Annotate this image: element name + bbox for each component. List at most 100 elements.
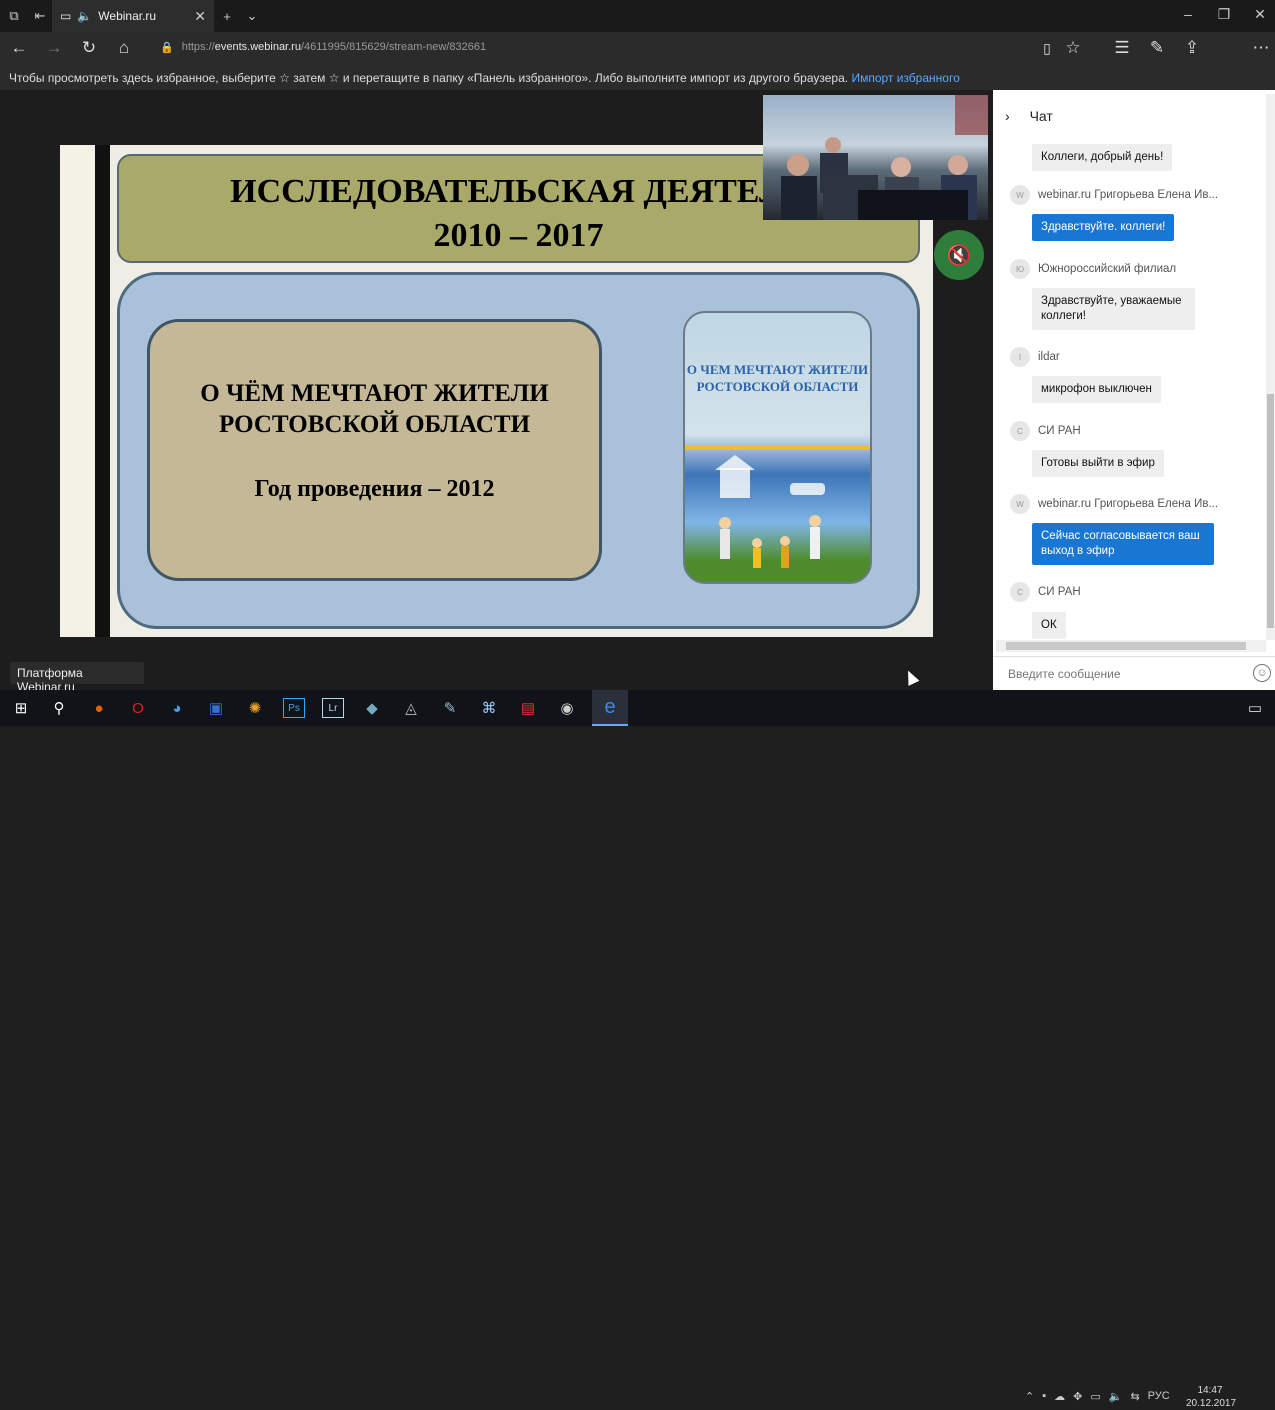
language-indicator[interactable]: РУС [1148, 1390, 1170, 1403]
avatar: Ю [1010, 259, 1030, 279]
tray-app-icon[interactable]: ▪ [1042, 1390, 1046, 1403]
obs-icon[interactable]: ◉ [556, 698, 578, 718]
scrollbar-thumb[interactable] [1267, 394, 1274, 628]
favorites-hint-text: Чтобы просмотреть здесь избранное, выбер… [9, 71, 849, 85]
chat-author: W webinar.ru Григорьева Елена Ив... [1010, 494, 1218, 514]
speaker-video[interactable] [763, 95, 988, 220]
taskbar-clock[interactable]: 14:47 20.12.2017 [1186, 1384, 1237, 1410]
chat-author: I ildar [1010, 347, 1060, 367]
windows-taskbar: ⊞ ⚲ ● O ◕ ▣ ✺ Ps Lr ◆ ◬ ✎ ⌘ ▤ ◉ e ⌃ ▪ ☁ … [0, 690, 1275, 1409]
speaker-muted-icon: 🔇 [946, 244, 972, 267]
tab-preview-chevron-icon[interactable]: ⌄ [244, 8, 260, 24]
lock-icon: 🔒 [160, 41, 174, 54]
address-bar[interactable]: 🔒 https://events.webinar.ru/4611995/8156… [160, 38, 1020, 56]
slide-dark-bar [95, 145, 110, 637]
clock-date: 20.12.2017 [1186, 1398, 1237, 1409]
reading-view-icon[interactable]: ▯ [1036, 38, 1058, 58]
chat-author: W webinar.ru Григорьева Елена Ив... [1010, 185, 1218, 205]
close-tab-icon[interactable]: ✕ [194, 8, 214, 25]
network-app-icon[interactable]: ⌘ [478, 698, 500, 718]
back-arrow-icon[interactable]: ← [8, 38, 30, 58]
survey-title-line1: О ЧЁМ МЕЧТАЮТ ЖИТЕЛИ [200, 380, 549, 407]
system-tray: ⌃ ▪ ☁ ✥ ▭ 🔈 ⇆ РУС [1025, 1390, 1170, 1403]
edge-icon[interactable]: e [592, 690, 628, 726]
avatar: С [1010, 582, 1030, 602]
chat-message: микрофон выключен [1032, 376, 1161, 403]
platform-label: Платформа Webinar.ru [10, 662, 144, 694]
video-scene [781, 95, 988, 220]
messenger-icon[interactable]: ◕ [166, 698, 188, 718]
tray-cloud-icon[interactable]: ☁ [1054, 1390, 1065, 1403]
chat-title: Чат [1029, 108, 1053, 124]
minimize-icon[interactable]: – [1178, 6, 1198, 22]
favorites-bar: Чтобы просмотреть здесь избранное, выбер… [0, 64, 1275, 90]
avatar: С [1010, 421, 1030, 441]
tab-title: Webinar.ru [98, 9, 157, 23]
favorites-hub-icon[interactable]: ☰ [1111, 38, 1133, 58]
avatar: W [1010, 185, 1030, 205]
chat-message: Сейчас согласовывается ваш выход в эфир [1032, 523, 1214, 565]
survey-year: Год проведения – 2012 [254, 476, 495, 502]
share-icon[interactable]: ⇪ [1181, 38, 1203, 58]
chat-message: Готовы выйти в эфир [1032, 450, 1164, 477]
floppy-save-icon[interactable]: ▣ [205, 698, 227, 718]
chat-header[interactable]: › Чат [1005, 108, 1053, 124]
chat-horizontal-scrollbar[interactable] [996, 640, 1266, 652]
close-window-icon[interactable]: ✕ [1250, 6, 1270, 23]
app-triangle-icon[interactable]: ◬ [400, 698, 422, 718]
survey-title-line2: РОСТОВСКОЙ ОБЛАСТИ [218, 411, 531, 438]
lightroom-icon[interactable]: Lr [322, 698, 344, 718]
import-favorites-link[interactable]: Импорт избранного [851, 71, 959, 85]
start-windows-icon[interactable]: ⊞ [10, 698, 32, 718]
chat-message: Здравствуйте, уважаемые коллеги! [1032, 288, 1195, 330]
globe-app-icon[interactable]: ✺ [244, 698, 266, 718]
favorite-star-icon[interactable]: ☆ [1062, 38, 1084, 58]
set-aside-tabs-icon[interactable]: ⇤ [32, 8, 48, 24]
tray-volume-icon[interactable]: 🔈 [1109, 1390, 1123, 1403]
notification-center-icon[interactable]: ▭ [1244, 698, 1266, 718]
notes-app-icon[interactable]: ◆ [361, 698, 383, 718]
browser-tab-bar: ⧉ ⇤ ▭ 🔈 Webinar.ru ✕ + ⌄ – ❐ ✕ [0, 0, 1275, 32]
scrollbar-thumb[interactable] [1006, 642, 1246, 650]
survey-info-box: О ЧЁМ МЕЧТАЮТ ЖИТЕЛИ РОСТОВСКОЙ ОБЛАСТИ … [147, 319, 602, 581]
restore-icon[interactable]: ❐ [1214, 6, 1234, 23]
tray-lang-switch-icon[interactable]: ⇆ [1130, 1390, 1139, 1403]
new-tab-icon[interactable]: + [219, 8, 235, 24]
emoji-icon[interactable]: ☺ [1253, 664, 1271, 682]
home-icon[interactable]: ⌂ [113, 38, 135, 58]
pdf-reader-icon[interactable]: ▤ [517, 698, 539, 718]
tray-chevron-icon[interactable]: ⌃ [1025, 1390, 1034, 1403]
chat-vertical-scrollbar[interactable] [1266, 94, 1275, 640]
tab-actions-icon[interactable]: ⧉ [6, 8, 22, 24]
chat-message-input[interactable]: Введите сообщение [993, 656, 1275, 690]
book-cover-image: О ЧЕМ МЕЧТАЮТ ЖИТЕЛИ РОСТОВСКОЙ ОБЛАСТИ [683, 311, 872, 584]
photoshop-icon[interactable]: Ps [283, 698, 305, 718]
opera-icon[interactable]: O [127, 698, 149, 718]
web-note-pen-icon[interactable]: ✎ [1146, 38, 1168, 58]
audio-icon[interactable]: 🔈 [77, 9, 92, 23]
firefox-icon[interactable]: ● [88, 698, 110, 718]
page-icon: ▭ [60, 9, 72, 23]
more-menu-icon[interactable]: ⋯ [1250, 38, 1272, 58]
chat-panel: › Чат Коллеги, добрый день! W webinar.ru… [993, 90, 1275, 690]
book-title-line1: О ЧЕМ МЕЧТАЮТ ЖИТЕЛИ [686, 362, 869, 377]
paint-app-icon[interactable]: ✎ [439, 698, 461, 718]
browser-tab[interactable]: ▭ 🔈 Webinar.ru ✕ [52, 0, 214, 32]
clock-time: 14:47 [1197, 1385, 1223, 1396]
forward-arrow-icon[interactable]: → [43, 38, 65, 58]
avatar: W [1010, 494, 1030, 514]
refresh-icon[interactable]: ↻ [78, 38, 100, 58]
avatar: I [1010, 347, 1030, 367]
collapse-chevron-icon[interactable]: › [1005, 108, 1010, 124]
chat-message: Коллеги, добрый день! [1032, 144, 1173, 171]
tray-sync-icon[interactable]: ✥ [1073, 1390, 1082, 1403]
search-icon[interactable]: ⚲ [48, 698, 70, 718]
sound-muted-button[interactable]: 🔇 [934, 230, 984, 280]
chat-author: С СИ РАН [1010, 582, 1081, 602]
book-title-line2: РОСТОВСКОЙ ОБЛАСТИ [696, 379, 859, 394]
slide-title-line2: 2010 – 2017 [433, 217, 604, 254]
chat-message: ОК [1032, 612, 1066, 639]
tray-network-icon[interactable]: ▭ [1090, 1390, 1100, 1403]
chat-author: Ю Южнороссийский филиал [1010, 259, 1176, 279]
book-illustration [715, 455, 825, 568]
